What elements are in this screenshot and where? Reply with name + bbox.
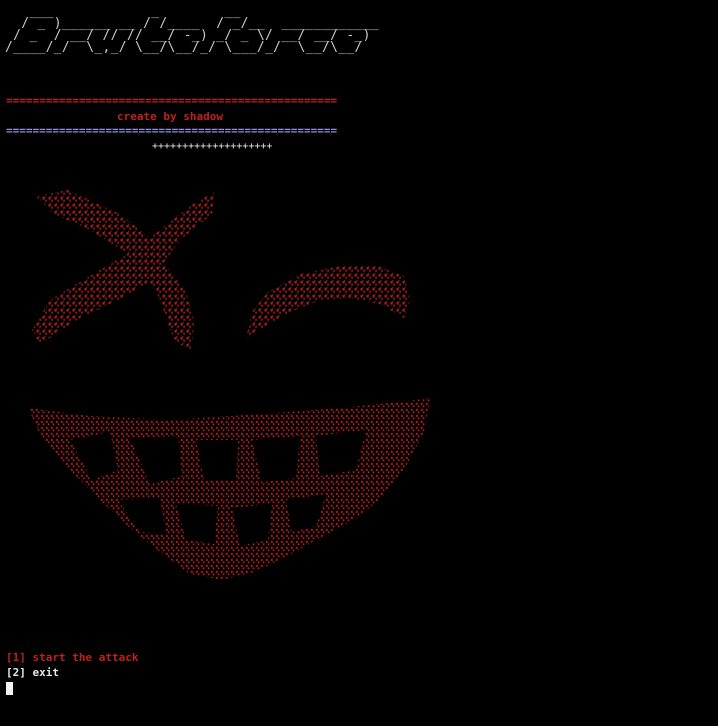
wink-eye-right [246,266,410,338]
terminal-cursor[interactable] [6,682,13,695]
menu-item-exit[interactable]: [2] exit [6,666,59,680]
x-eye-left [32,190,214,352]
terminal-window: ___ _ __ / _ )______ __ / /____ / _/__ _… [0,0,718,726]
grinning-face-ascii-art-icon [28,190,430,580]
grin-mouth [28,398,430,580]
menu-item-start-attack[interactable]: [1] start the attack [6,651,138,665]
